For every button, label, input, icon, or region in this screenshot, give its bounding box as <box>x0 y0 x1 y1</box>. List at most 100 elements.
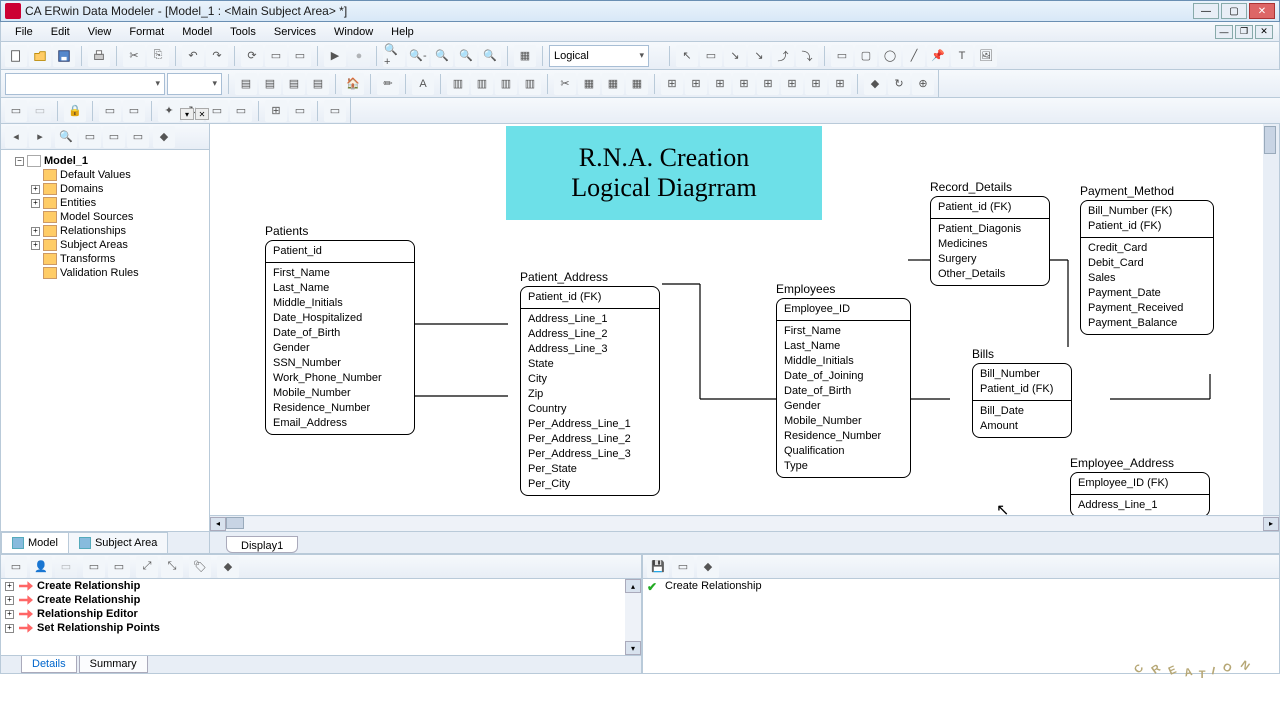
pointer-tool[interactable]: ↖ <box>676 45 698 67</box>
entity-patient-address[interactable]: Patient_Address Patient_id (FK) Address_… <box>520 270 660 496</box>
arrange-btn-2[interactable]: ⊞ <box>685 73 707 95</box>
t3-btn-4[interactable]: ▭ <box>99 100 121 122</box>
arrange-btn-6[interactable]: ⊞ <box>781 73 803 95</box>
panel-dropdown-icon[interactable]: ▾ <box>180 108 194 120</box>
mdi-restore-button[interactable]: ❐ <box>1235 25 1253 39</box>
tool-btn-a[interactable]: ▭ <box>265 45 287 67</box>
layout-btn-3[interactable]: ▥ <box>495 73 517 95</box>
tool-btn-b[interactable]: ▭ <box>289 45 311 67</box>
t3-btn-11[interactable]: ▭ <box>289 100 311 122</box>
tab-summary[interactable]: Summary <box>79 656 148 673</box>
layout-btn-6[interactable]: ▦ <box>578 73 600 95</box>
tab-subject-area[interactable]: Subject Area <box>68 532 168 553</box>
t3-btn-5[interactable]: ▭ <box>123 100 145 122</box>
relation-tool-3[interactable]: ⤴ <box>772 45 794 67</box>
new-button[interactable] <box>5 45 27 67</box>
canvas-h-scrollbar[interactable]: ◂▸ <box>210 515 1279 531</box>
stop-button[interactable]: ● <box>348 45 370 67</box>
entity-record-details[interactable]: Record_Details Patient_id (FK) Patient_D… <box>930 180 1050 286</box>
al-btn-9[interactable]: ◆ <box>217 556 239 578</box>
align-left-button[interactable]: ▤ <box>235 73 257 95</box>
exp-btn-4[interactable]: ▭ <box>79 126 101 148</box>
menu-edit[interactable]: Edit <box>43 24 78 40</box>
shape-line[interactable]: ╱ <box>903 45 925 67</box>
menu-window[interactable]: Window <box>326 24 381 40</box>
advisory-row[interactable]: ✔Create Relationship <box>643 579 1279 593</box>
align-right-button[interactable]: ▤ <box>283 73 305 95</box>
arrange-btn-7[interactable]: ⊞ <box>805 73 827 95</box>
fill-color-button[interactable]: 🏠 <box>342 73 364 95</box>
arrange-btn-9[interactable]: ◆ <box>864 73 886 95</box>
exp-btn-5[interactable]: ▭ <box>103 126 125 148</box>
tree-root[interactable]: − Model_1 <box>3 154 207 168</box>
align-center-button[interactable]: ▤ <box>259 73 281 95</box>
adv-btn-3[interactable]: ◆ <box>697 556 719 578</box>
diagram-title-box[interactable]: R.N.A. CreationLogical Diagrram <box>506 126 822 220</box>
t3-btn-9[interactable]: ▭ <box>230 100 252 122</box>
zoom-in-button[interactable]: 🔍+ <box>383 45 405 67</box>
shape-pin[interactable]: 📌 <box>927 45 949 67</box>
al-btn-3[interactable]: ▭ <box>55 556 77 578</box>
t3-btn-2[interactable]: ▭ <box>29 100 51 122</box>
layout-btn-8[interactable]: ▦ <box>626 73 648 95</box>
close-button[interactable]: ✕ <box>1249 3 1275 19</box>
menu-services[interactable]: Services <box>266 24 324 40</box>
action-log-v-scrollbar[interactable]: ▴▾ <box>625 579 641 655</box>
adv-btn-2[interactable]: ▭ <box>672 556 694 578</box>
maximize-button[interactable]: ▢ <box>1221 3 1247 19</box>
entity-payment-method[interactable]: Payment_Method Bill_Number (FK)Patient_i… <box>1080 184 1214 335</box>
undo-button[interactable]: ↶ <box>182 45 204 67</box>
zoom-fit-button[interactable]: 🔍 <box>431 45 453 67</box>
mdi-close-button[interactable]: ✕ <box>1255 25 1273 39</box>
exp-btn-6[interactable]: ▭ <box>127 126 149 148</box>
al-btn-7[interactable]: ⤡ <box>161 556 183 578</box>
panel-close-icon[interactable]: ✕ <box>195 108 209 120</box>
menu-help[interactable]: Help <box>383 24 422 40</box>
entity-employee-address[interactable]: Employee_Address Employee_ID (FK) Addres… <box>1070 456 1210 515</box>
copy-button[interactable]: ⎘ <box>147 45 169 67</box>
tree-transforms[interactable]: Transforms <box>3 252 207 266</box>
action-row[interactable]: +Create Relationship <box>1 593 641 607</box>
tree-validation-rules[interactable]: Validation Rules <box>3 266 207 280</box>
refresh-button[interactable]: ⟳ <box>241 45 263 67</box>
model-tree[interactable]: − Model_1 Default Values +Domains +Entit… <box>1 150 209 531</box>
action-row[interactable]: +Create Relationship <box>1 579 641 593</box>
zoom-out-button[interactable]: 🔍- <box>407 45 429 67</box>
tree-subject-areas[interactable]: +Subject Areas <box>3 238 207 252</box>
al-btn-2[interactable]: 👤 <box>30 556 52 578</box>
arrange-btn-3[interactable]: ⊞ <box>709 73 731 95</box>
relation-tool-2[interactable]: ↘ <box>748 45 770 67</box>
tab-details[interactable]: Details <box>21 656 77 673</box>
font-color-button[interactable]: A <box>412 73 434 95</box>
arrange-btn-8[interactable]: ⊞ <box>829 73 851 95</box>
menu-file[interactable]: File <box>7 24 41 40</box>
menu-view[interactable]: View <box>80 24 120 40</box>
action-row[interactable]: +Relationship Editor <box>1 607 641 621</box>
layout-btn-2[interactable]: ▥ <box>471 73 493 95</box>
action-row[interactable]: +Set Relationship Points <box>1 621 641 635</box>
tree-relationships[interactable]: +Relationships <box>3 224 207 238</box>
action-log-list[interactable]: +Create Relationship +Create Relationshi… <box>1 579 641 655</box>
tab-model[interactable]: Model <box>1 532 69 553</box>
tree-entities[interactable]: +Entities <box>3 196 207 210</box>
minimize-button[interactable]: — <box>1193 3 1219 19</box>
layout-btn-7[interactable]: ▦ <box>602 73 624 95</box>
menu-tools[interactable]: Tools <box>222 24 264 40</box>
arrange-btn-11[interactable]: ⊕ <box>912 73 934 95</box>
arrange-btn-10[interactable]: ↻ <box>888 73 910 95</box>
exp-btn-1[interactable]: ◂ <box>5 126 27 148</box>
layout-btn-4[interactable]: ▥ <box>519 73 541 95</box>
t3-btn-10[interactable]: ⊞ <box>265 100 287 122</box>
open-button[interactable] <box>29 45 51 67</box>
t3-btn-1[interactable]: ▭ <box>5 100 27 122</box>
layout-btn-1[interactable]: ▥ <box>447 73 469 95</box>
diagram-canvas[interactable]: R.N.A. CreationLogical Diagrram ↖ Patien… <box>210 124 1279 515</box>
size-combo[interactable] <box>167 73 222 95</box>
entity-patients[interactable]: Patients Patient_id First_NameLast_NameM… <box>265 224 415 435</box>
canvas-v-scrollbar[interactable] <box>1263 124 1279 515</box>
entity-tool[interactable]: ▭ <box>700 45 722 67</box>
shape-roundrect[interactable]: ▢ <box>855 45 877 67</box>
exp-btn-7[interactable]: ◆ <box>153 126 175 148</box>
tree-model-sources[interactable]: Model Sources <box>3 210 207 224</box>
go-button[interactable]: ▶ <box>324 45 346 67</box>
